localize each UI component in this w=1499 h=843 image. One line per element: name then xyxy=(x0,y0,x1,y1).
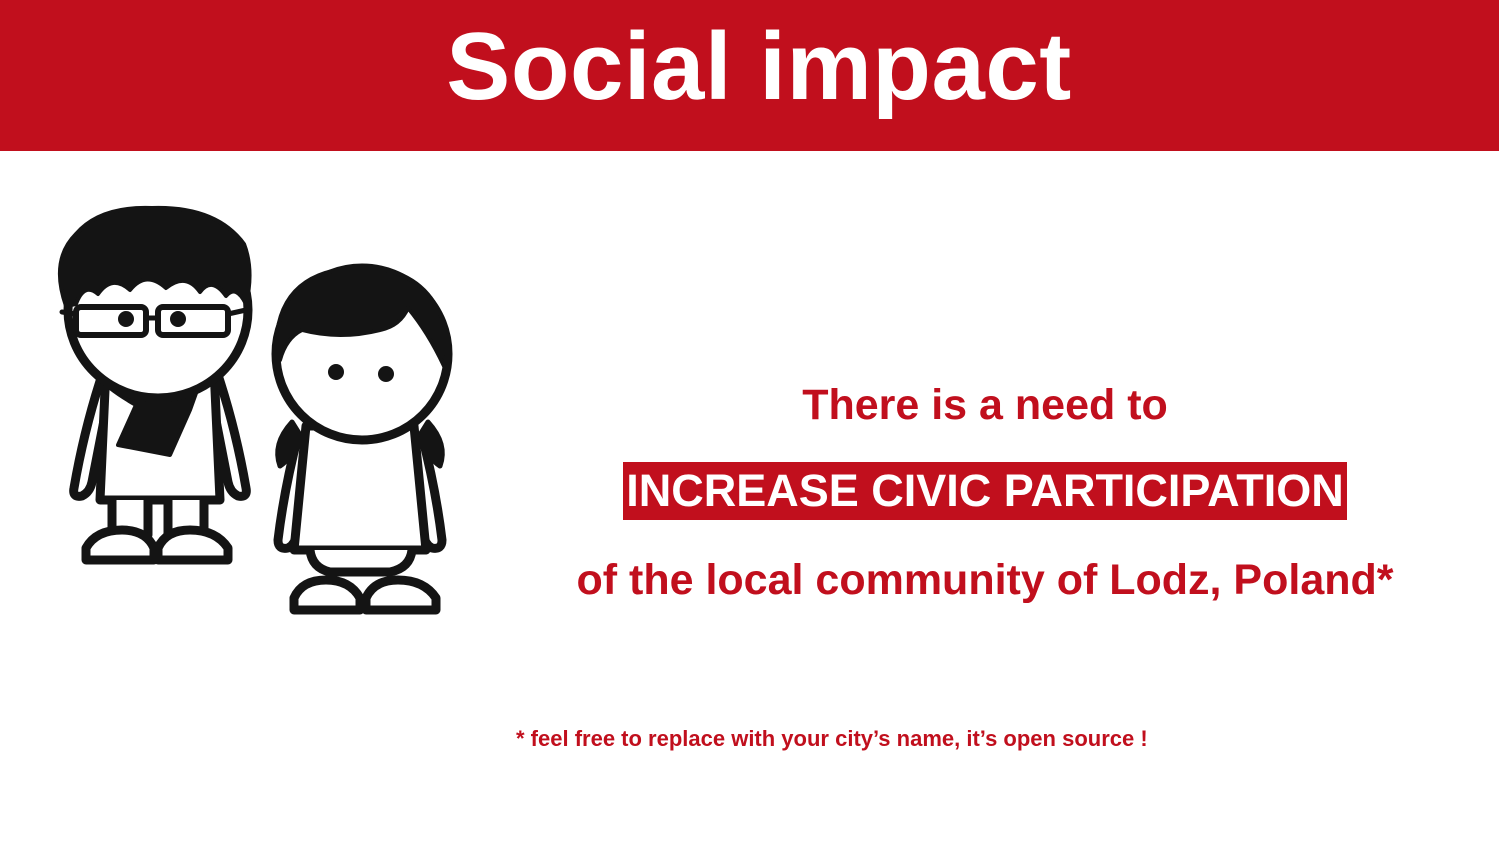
highlight-banner: INCREASE CIVIC PARTICIPATION xyxy=(623,462,1347,520)
boy-character-icon xyxy=(57,205,253,565)
slide: Social impact There is a need to INCREAS… xyxy=(0,0,1499,843)
slide-title: Social impact xyxy=(446,13,1072,120)
title-bar: Social impact xyxy=(0,0,1499,151)
footnote: * feel free to replace with your city’s … xyxy=(516,726,1148,751)
characters-illustration xyxy=(57,205,453,615)
need-statement: There is a need to xyxy=(802,381,1168,429)
community-statement: of the local community of Lodz, Poland* xyxy=(576,556,1394,604)
girl-character-icon xyxy=(271,263,453,615)
highlight-line: INCREASE CIVIC PARTICIPATION xyxy=(540,462,1430,531)
